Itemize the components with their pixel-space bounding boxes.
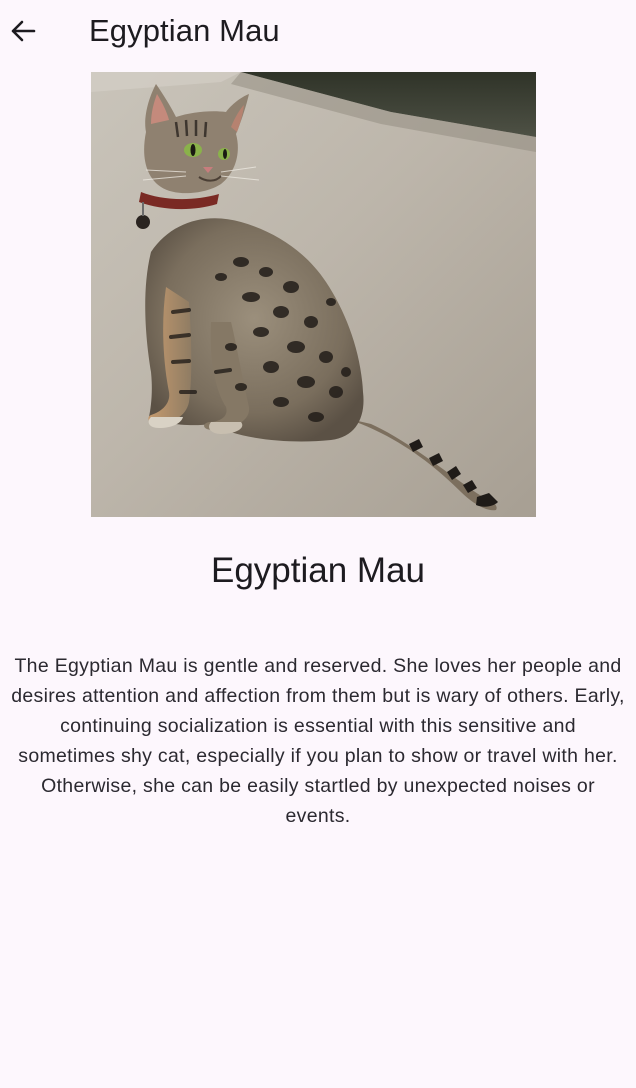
arrow-back-icon bbox=[11, 20, 36, 42]
cat-photo-illustration bbox=[91, 72, 536, 517]
breed-description: The Egyptian Mau is gentle and reserved.… bbox=[11, 655, 625, 827]
app-bar: Egyptian Mau bbox=[0, 0, 636, 64]
back-button[interactable] bbox=[0, 8, 46, 54]
breed-name: Egyptian Mau bbox=[210, 551, 426, 590]
cat-photo bbox=[91, 72, 536, 517]
page-title: Egyptian Mau bbox=[89, 13, 280, 48]
